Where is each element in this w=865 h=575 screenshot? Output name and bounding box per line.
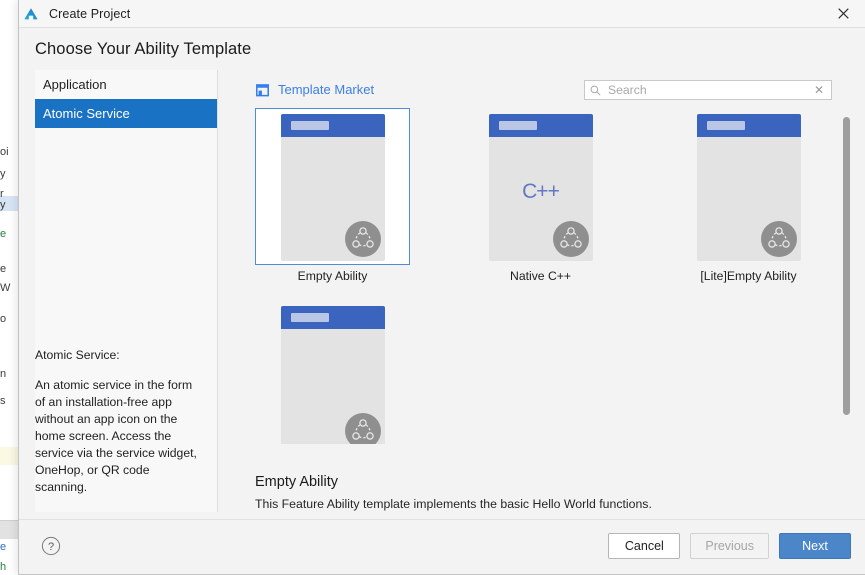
template-card-label: Empty Ability: [297, 269, 368, 283]
atomic-service-icon: [344, 413, 381, 444]
deveco-logo-icon: [23, 6, 39, 22]
dialog-footer: ? Cancel Previous Next: [19, 519, 865, 574]
background-text-fragment: oi: [0, 146, 9, 158]
template-pane: Template Market ✕: [219, 66, 865, 520]
template-detail-title: Empty Ability: [255, 474, 338, 490]
sidebar-item-label: Application: [43, 77, 107, 92]
search-input[interactable]: [606, 82, 812, 98]
sidebar-description-title: Atomic Service:: [35, 348, 120, 362]
template-thumbnail: [280, 114, 385, 261]
template-thumbnail-frame: [671, 108, 826, 265]
search-icon: [590, 85, 601, 96]
background-warning-row: [0, 447, 18, 465]
atomic-service-icon: [760, 221, 797, 257]
template-thumbnail: C++: [488, 114, 593, 261]
background-text-fragment: o: [0, 313, 7, 325]
dialog-title: Create Project: [49, 6, 131, 21]
cpp-glyph: C++: [522, 180, 560, 203]
sidebar-description: Atomic Service: An atomic service in the…: [35, 347, 209, 496]
background-text-fragment: e: [0, 263, 7, 275]
search-box[interactable]: ✕: [584, 80, 832, 100]
template-scrollbar[interactable]: [843, 117, 850, 415]
template-card-empty-ability[interactable]: Empty Ability: [255, 108, 410, 283]
template-detail: Empty Ability This Feature Ability templ…: [255, 474, 835, 512]
atomic-service-icon: [344, 221, 381, 257]
template-card-native-cpp[interactable]: C++ Native C++: [463, 108, 618, 283]
sidebar-description-body: An atomic service in the form of an inst…: [35, 378, 197, 494]
help-icon[interactable]: ?: [41, 536, 61, 556]
previous-button[interactable]: Previous: [690, 533, 769, 559]
shop-icon: [255, 83, 270, 97]
template-thumbnail-frame: C++: [463, 108, 618, 265]
template-card-label: [Lite]Empty Ability: [700, 269, 797, 283]
footer-actions: Cancel Previous Next: [598, 533, 851, 559]
next-button[interactable]: Next: [779, 533, 851, 559]
sidebar-item-application[interactable]: Application: [35, 70, 217, 99]
cancel-button[interactable]: Cancel: [608, 533, 681, 559]
background-text-fragment: y: [0, 199, 6, 211]
template-detail-body: This Feature Ability template implements…: [255, 497, 652, 511]
background-text-fragment: n: [0, 368, 7, 380]
close-icon[interactable]: [821, 0, 865, 27]
thumbnail-title-pill: [498, 121, 537, 130]
template-market-link[interactable]: Template Market: [255, 82, 374, 97]
template-thumbnail-frame: [255, 300, 410, 444]
template-thumbnail: [696, 114, 801, 261]
atomic-service-icon: [552, 221, 589, 257]
dialog-titlebar: Create Project: [19, 0, 865, 28]
template-card-lite-empty-ability[interactable]: [Lite]Empty Ability: [671, 108, 826, 283]
background-text-fragment: W: [0, 282, 11, 294]
background-text-fragment: h: [0, 561, 7, 573]
category-sidebar: Application Atomic Service Atomic Servic…: [35, 70, 218, 512]
background-text-fragment: y: [0, 168, 6, 180]
template-thumbnail-frame: [255, 108, 410, 265]
clear-icon[interactable]: ✕: [812, 84, 826, 96]
background-status-bar: [0, 520, 18, 539]
template-card-label: Native C++: [510, 269, 571, 283]
thumbnail-title-pill: [706, 121, 745, 130]
template-thumbnail: [280, 306, 385, 444]
thumbnail-title-pill: [290, 313, 329, 322]
template-scroll-area[interactable]: Empty Ability C++ Native C++ [Lite]Empty…: [219, 108, 865, 444]
dialog-content: Application Atomic Service Atomic Servic…: [19, 66, 865, 520]
create-project-dialog: Create Project Choose Your Ability Templ…: [18, 0, 865, 575]
sidebar-item-atomic-service[interactable]: Atomic Service: [35, 99, 217, 128]
sidebar-item-label: Atomic Service: [43, 106, 130, 121]
background-text-fragment: e: [0, 541, 7, 553]
background-text-fragment: e: [0, 228, 7, 240]
page-title: Choose Your Ability Template: [35, 40, 252, 58]
thumbnail-title-pill: [290, 121, 329, 130]
template-grid: Empty Ability C++ Native C++ [Lite]Empty…: [255, 108, 865, 444]
background-text-fragment: s: [0, 395, 6, 407]
template-market-label: Template Market: [278, 82, 375, 97]
template-card-row2-item1[interactable]: [255, 300, 410, 444]
svg-text:?: ?: [48, 541, 54, 553]
